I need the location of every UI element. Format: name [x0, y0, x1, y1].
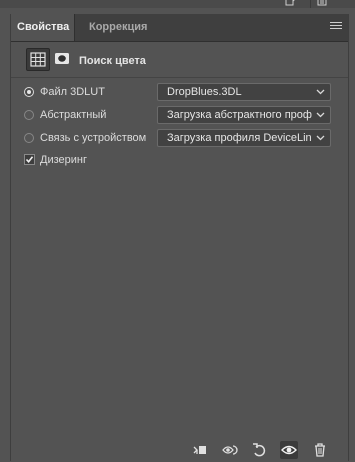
- top-separator: [310, 0, 311, 8]
- chevron-down-icon: [316, 112, 325, 118]
- clip-to-layer-icon[interactable]: [191, 441, 209, 459]
- select-abstract-value: Загрузка абстрактного профи...: [167, 109, 312, 121]
- properties-header: Поиск цвета: [11, 42, 348, 78]
- select-3dlut-value: DropBlues.3DL: [167, 86, 242, 98]
- properties-panel: Свойства Коррекция Поиск цвета Файл 3DLU…: [10, 14, 349, 461]
- chevron-down-icon: [316, 89, 325, 95]
- tab-bar: Свойства Коррекция: [11, 14, 348, 42]
- radio-devicelink[interactable]: [24, 133, 34, 143]
- option-3dlut-row: Файл 3DLUT DropBlues.3DL: [11, 83, 348, 103]
- adjustment-layer-icon[interactable]: [26, 48, 50, 71]
- dither-label[interactable]: Дизеринг: [40, 154, 87, 166]
- label-devicelink[interactable]: Связь с устройством: [40, 132, 146, 144]
- adjustment-title: Поиск цвета: [79, 55, 146, 67]
- select-devicelink[interactable]: Загрузка профиля DeviceLink...: [157, 129, 331, 147]
- trash-icon[interactable]: [315, 0, 329, 6]
- reset-icon[interactable]: [250, 441, 268, 459]
- tab-properties[interactable]: Свойства: [11, 14, 74, 41]
- visibility-toggle[interactable]: [280, 441, 298, 459]
- new-layer-icon[interactable]: [284, 0, 298, 6]
- top-strip: [0, 0, 355, 8]
- bottom-toolbar: [11, 439, 348, 461]
- dither-row: Дизеринг: [11, 151, 348, 171]
- label-abstract[interactable]: Абстрактный: [40, 109, 106, 121]
- select-abstract[interactable]: Загрузка абстрактного профи...: [157, 106, 331, 124]
- radio-abstract[interactable]: [24, 110, 34, 120]
- chevron-down-icon: [316, 135, 325, 141]
- select-devicelink-value: Загрузка профиля DeviceLink...: [167, 132, 312, 144]
- tab-adjustments[interactable]: Коррекция: [79, 14, 157, 41]
- layer-mask-icon[interactable]: [51, 48, 73, 69]
- visibility-eye-icon: [281, 445, 297, 455]
- checkmark-icon: [25, 156, 34, 164]
- label-3dlut[interactable]: Файл 3DLUT: [40, 86, 105, 98]
- option-devicelink-row: Связь с устройством Загрузка профиля Dev…: [11, 129, 348, 149]
- radio-3dlut[interactable]: [24, 87, 34, 97]
- delete-trash-icon[interactable]: [311, 441, 329, 459]
- panel-menu-icon[interactable]: [330, 22, 342, 32]
- dither-checkbox[interactable]: [24, 154, 35, 165]
- view-previous-state-icon[interactable]: [221, 441, 239, 459]
- select-3dlut[interactable]: DropBlues.3DL: [157, 83, 331, 101]
- option-abstract-row: Абстрактный Загрузка абстрактного профи.…: [11, 106, 348, 126]
- tab-divider: [74, 14, 75, 41]
